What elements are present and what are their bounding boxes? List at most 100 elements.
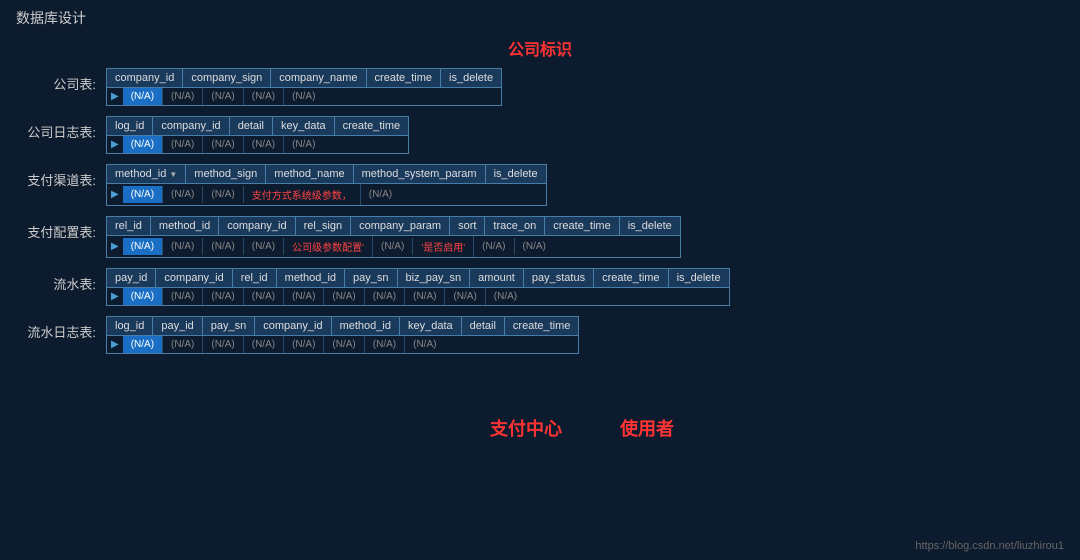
table-row-wrapper: 流水日志表:log_idpay_idpay_sncompany_idmethod… (16, 316, 1064, 354)
header-col-2-1: method_sign (186, 165, 266, 183)
body-col-5-6: (N/A) (365, 336, 405, 353)
table-row-wrapper: 流水表:pay_idcompany_idrel_idmethod_idpay_s… (16, 268, 1064, 306)
header-col-2-2: method_name (266, 165, 353, 183)
header-col-5-2: pay_sn (203, 317, 255, 335)
db-table-5: log_idpay_idpay_sncompany_idmethod_idkey… (106, 316, 579, 354)
header-col-4-1: company_id (156, 269, 232, 287)
header-col-4-6: amount (470, 269, 524, 287)
body-col-0-1: (N/A) (163, 88, 203, 105)
body-col-3-7: (N/A) (474, 238, 514, 255)
table-label-2: 支付渠道表: (16, 164, 106, 189)
db-table-2: method_id ▼method_signmethod_namemethod_… (106, 164, 547, 206)
table-label-0: 公司表: (16, 68, 106, 93)
header-col-3-5: sort (450, 217, 485, 235)
body-col-5-3: (N/A) (244, 336, 284, 353)
table-row-wrapper: 公司日志表:log_idcompany_iddetailkey_datacrea… (16, 116, 1064, 154)
body-col-3-0: (N/A) (123, 238, 163, 255)
center-label: 公司标识 (0, 36, 1080, 60)
header-col-4-0: pay_id (107, 269, 156, 287)
header-col-3-8: is_delete (620, 217, 680, 235)
header-col-1-3: key_data (273, 117, 335, 135)
header-col-3-3: rel_sign (296, 217, 352, 235)
row-arrow: ▶ (107, 137, 123, 152)
header-col-0-3: create_time (367, 69, 441, 87)
body-col-4-5: (N/A) (324, 288, 364, 305)
body-col-2-1: (N/A) (163, 186, 203, 203)
header-col-0-2: company_name (271, 69, 366, 87)
header-col-1-0: log_id (107, 117, 153, 135)
main-content: 公司表:company_idcompany_signcompany_namecr… (0, 68, 1080, 354)
header-col-3-4: company_param (351, 217, 450, 235)
table-label-5: 流水日志表: (16, 316, 106, 341)
header-col-4-4: pay_sn (345, 269, 397, 287)
body-col-5-5: (N/A) (324, 336, 364, 353)
header-col-3-7: create_time (545, 217, 619, 235)
db-table-1: log_idcompany_iddetailkey_datacreate_tim… (106, 116, 409, 154)
body-col-3-1: (N/A) (163, 238, 203, 255)
header-col-5-4: method_id (332, 317, 400, 335)
header-col-5-5: key_data (400, 317, 462, 335)
row-arrow: ▶ (107, 187, 123, 202)
body-col-4-0: (N/A) (123, 288, 163, 305)
header-col-3-1: method_id (151, 217, 219, 235)
header-col-3-2: company_id (219, 217, 295, 235)
body-col-2-0: (N/A) (123, 186, 163, 203)
body-col-3-3: (N/A) (244, 238, 284, 255)
table-row-wrapper: 公司表:company_idcompany_signcompany_namecr… (16, 68, 1064, 106)
body-col-1-2: (N/A) (203, 136, 243, 153)
body-col-1-0: (N/A) (123, 136, 163, 153)
header-col-3-0: rel_id (107, 217, 151, 235)
header-col-4-3: method_id (277, 269, 345, 287)
body-col-1-4: (N/A) (284, 136, 323, 153)
header-col-2-4: is_delete (486, 165, 546, 183)
header-col-4-2: rel_id (233, 269, 277, 287)
body-col-0-0: (N/A) (123, 88, 163, 105)
table-label-1: 公司日志表: (16, 116, 106, 141)
body-col-2-3: 支付方式系统级参数， (244, 184, 361, 205)
body-col-3-6: '是否启用' (413, 236, 474, 257)
header-col-1-4: create_time (335, 117, 408, 135)
header-col-5-7: create_time (505, 317, 578, 335)
header-col-4-7: pay_status (524, 269, 594, 287)
header-col-0-1: company_sign (183, 69, 271, 87)
row-arrow: ▶ (107, 89, 123, 104)
body-col-3-4: 公司级参数配置' (284, 236, 373, 257)
body-col-5-2: (N/A) (203, 336, 243, 353)
table-label-4: 流水表: (16, 268, 106, 293)
body-col-4-7: (N/A) (405, 288, 445, 305)
body-col-4-6: (N/A) (365, 288, 405, 305)
body-col-4-4: (N/A) (284, 288, 324, 305)
body-col-3-5: (N/A) (373, 238, 413, 255)
body-col-4-9: (N/A) (486, 288, 525, 305)
header-col-5-1: pay_id (153, 317, 202, 335)
body-col-4-1: (N/A) (163, 288, 203, 305)
footer-url: https://blog.csdn.net/liuzhirou1 (915, 540, 1064, 552)
page-title: 数据库设计 (0, 0, 1080, 32)
body-col-5-0: (N/A) (123, 336, 163, 353)
body-col-0-2: (N/A) (203, 88, 243, 105)
body-col-4-8: (N/A) (445, 288, 485, 305)
body-col-3-2: (N/A) (203, 238, 243, 255)
db-table-4: pay_idcompany_idrel_idmethod_idpay_snbiz… (106, 268, 730, 306)
body-col-2-4: (N/A) (361, 186, 400, 203)
header-col-1-1: company_id (153, 117, 229, 135)
row-arrow: ▶ (107, 239, 123, 254)
header-col-0-0: company_id (107, 69, 183, 87)
body-col-1-1: (N/A) (163, 136, 203, 153)
body-col-1-3: (N/A) (244, 136, 284, 153)
table-row-wrapper: 支付渠道表:method_id ▼method_signmethod_namem… (16, 164, 1064, 206)
body-col-4-2: (N/A) (203, 288, 243, 305)
header-col-2-0: method_id ▼ (107, 165, 186, 183)
table-label-3: 支付配置表: (16, 216, 106, 241)
header-col-5-3: company_id (255, 317, 331, 335)
header-col-0-4: is_delete (441, 69, 501, 87)
header-col-3-6: trace_on (485, 217, 545, 235)
body-col-5-1: (N/A) (163, 336, 203, 353)
pay-center-label: 支付中心 (490, 415, 562, 441)
body-col-4-3: (N/A) (244, 288, 284, 305)
header-col-2-3: method_system_param (354, 165, 486, 183)
user-label: 使用者 (620, 415, 674, 441)
header-col-5-0: log_id (107, 317, 153, 335)
header-col-5-6: detail (462, 317, 505, 335)
row-arrow: ▶ (107, 289, 123, 304)
